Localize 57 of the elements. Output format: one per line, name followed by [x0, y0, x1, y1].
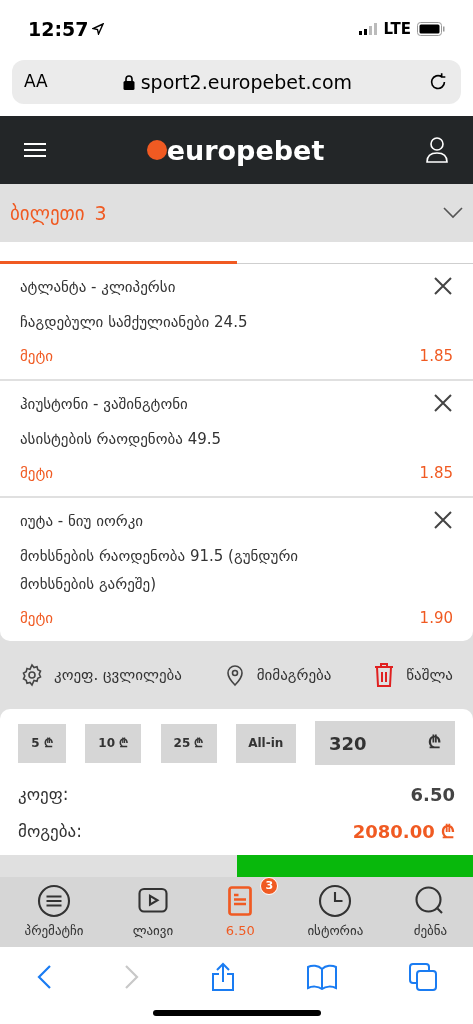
address-bar[interactable]: AA sport2.europebet.com: [12, 60, 461, 104]
currency-symbol: ₾: [428, 731, 441, 755]
match-name: ჰიუსტონი - ვაშინგტონი: [20, 394, 188, 415]
match-name: ატლანტა - კლიპერსი: [20, 277, 176, 298]
pick-label: მეტი: [20, 345, 54, 367]
market-name: მოხსნების რაოდენობა 91.5 (გუნდური მოხსნების გარეშე): [20, 545, 300, 595]
stake-button[interactable]: 25 ₾: [160, 723, 217, 763]
match-name: იუტა - ნიუ იორკი: [20, 511, 144, 532]
logo: europebet: [166, 136, 325, 164]
ticket-title: ბილეთი: [10, 200, 85, 227]
nav-item[interactable]: ლაივი: [132, 883, 174, 941]
bookmarks-icon[interactable]: [307, 964, 338, 990]
stake-field[interactable]: 320 ₾: [315, 721, 455, 765]
action-button[interactable]: მიმაგრება: [222, 663, 332, 687]
summary-value: 6.50: [410, 783, 455, 807]
text-size-button[interactable]: AA: [24, 69, 48, 95]
summary-value: 2080.00 ₾: [352, 820, 455, 844]
pick-label: მეტი: [20, 607, 54, 629]
settings-icon: [20, 663, 44, 687]
battery-icon: [417, 22, 445, 36]
ticket-count: 3: [94, 200, 107, 226]
close-icon[interactable]: [433, 276, 453, 296]
market-name: ჩაგდებული სამქულიანები 24.5: [20, 311, 249, 333]
chevron-icon[interactable]: [443, 207, 463, 219]
stake-button[interactable]: All-in: [235, 723, 296, 763]
nav-item[interactable]: ძებნა: [412, 883, 449, 941]
stake-button[interactable]: 5 ₾: [18, 723, 66, 763]
action-button[interactable]: წაშლა: [372, 662, 453, 688]
odds-value: 1.85: [419, 345, 453, 367]
action-button[interactable]: კოეფ. ცვლილება: [20, 663, 182, 687]
summary-label: კოეფ:: [18, 782, 69, 806]
user-icon[interactable]: [425, 136, 449, 164]
menu-icon[interactable]: [24, 142, 46, 158]
close-icon[interactable]: [433, 510, 453, 530]
clock-time: 12:57: [28, 16, 89, 42]
stake-button[interactable]: 10 ₾: [85, 723, 142, 763]
stake-value: 320: [329, 731, 367, 756]
nav-item[interactable]: ისტორია: [307, 883, 364, 941]
lock-icon: [122, 74, 135, 90]
odds-value: 1.90: [419, 607, 453, 629]
pick-label: მეტი: [20, 462, 54, 484]
back-icon[interactable]: [35, 964, 52, 990]
count-badge: 3: [260, 877, 279, 896]
signal-icon: [359, 23, 378, 35]
network-label: LTE: [383, 18, 411, 40]
location-arrow-icon: [92, 23, 105, 35]
logo-dot-icon: [146, 140, 167, 160]
tabs-icon[interactable]: [409, 963, 438, 991]
share-icon[interactable]: [211, 962, 236, 992]
close-icon[interactable]: [433, 393, 453, 413]
summary-label: მოგება:: [18, 819, 82, 843]
nav-item[interactable]: პრემატჩი: [24, 883, 84, 941]
url-text: sport2.europebet.com: [140, 69, 352, 95]
market-name: ასისტების რაოდენობა 49.5: [20, 428, 223, 450]
clock-icon: [317, 883, 354, 920]
menu-circle-icon: [36, 883, 73, 920]
odds-value: 1.85: [419, 462, 453, 484]
